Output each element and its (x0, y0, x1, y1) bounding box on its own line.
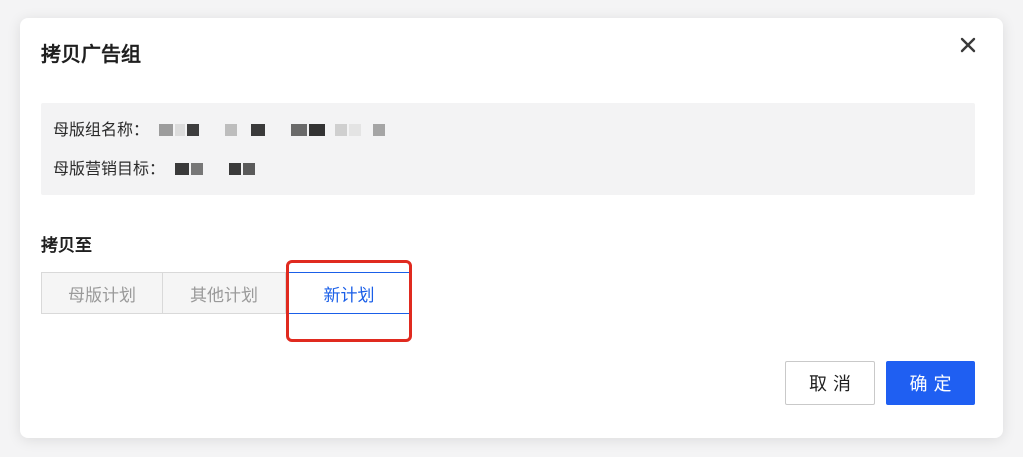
option-new-plan[interactable]: 新计划 (288, 272, 410, 314)
copy-target-selector: 母版计划 其他计划 新计划 (41, 272, 410, 314)
copy-ad-group-dialog: 拷贝广告组 母版组名称： 母版营销目标： 拷贝至 母版计划 其他计划 新计划 取… (20, 18, 1003, 438)
cancel-button[interactable]: 取消 (785, 361, 875, 405)
copy-to-label: 拷贝至 (41, 236, 92, 256)
confirm-button-label: 确定 (909, 374, 958, 395)
master-marketing-goal-label: 母版营销目标： (53, 159, 166, 178)
confirm-button[interactable]: 确定 (886, 361, 975, 405)
close-button[interactable] (955, 32, 981, 58)
option-other-plan[interactable]: 其他计划 (163, 272, 286, 314)
cancel-button-label: 取消 (809, 374, 857, 395)
master-info-panel: 母版组名称： 母版营销目标： (41, 103, 975, 195)
redacted-value (175, 162, 257, 176)
master-group-name-label: 母版组名称： (53, 120, 150, 139)
close-icon (960, 37, 976, 53)
master-marketing-goal-row: 母版营销目标： (53, 158, 257, 180)
option-master-plan[interactable]: 母版计划 (41, 272, 163, 314)
dialog-title: 拷贝广告组 (41, 42, 141, 66)
master-group-name-row: 母版组名称： (53, 119, 387, 141)
redacted-value (159, 123, 387, 137)
